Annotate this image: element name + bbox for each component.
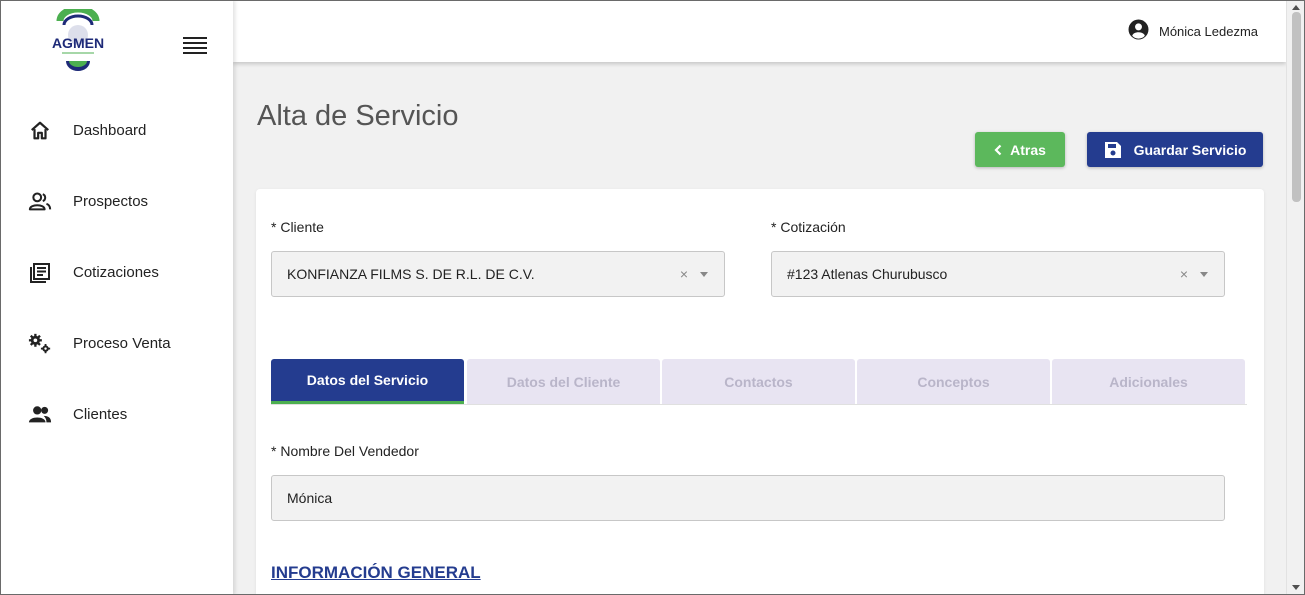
cliente-label: * Cliente xyxy=(271,219,324,235)
user-name: Mónica Ledezma xyxy=(1159,23,1258,39)
page-title: Alta de Servicio xyxy=(257,100,459,132)
vendedor-label: * Nombre Del Vendedor xyxy=(271,443,419,459)
people-outline-icon xyxy=(28,190,52,214)
cotizacion-select-value: #123 Atlenas Churubusco xyxy=(787,266,948,282)
save-button-label: Guardar Servicio xyxy=(1133,141,1247,158)
cotizacion-select[interactable]: #123 Atlenas Churubusco × xyxy=(771,251,1225,297)
tab-bar: Datos del Servicio Datos del Cliente Con… xyxy=(271,359,1247,405)
scroll-up-arrow-icon[interactable] xyxy=(1292,5,1300,10)
sidebar-item-label: Proceso Venta xyxy=(73,335,171,352)
account-circle-icon xyxy=(1128,19,1149,43)
document-list-icon xyxy=(28,261,52,285)
tab-datos-del-cliente[interactable]: Datos del Cliente xyxy=(467,359,660,404)
clear-cotizacion-icon[interactable]: × xyxy=(1180,266,1188,282)
sidebar-item-proceso-venta[interactable]: Proceso Venta xyxy=(0,308,233,379)
tab-datos-del-servicio[interactable]: Datos del Servicio xyxy=(271,359,464,404)
sidebar-item-label: Prospectos xyxy=(73,193,149,210)
sidebar-item-cotizaciones[interactable]: Cotizaciones xyxy=(0,237,233,308)
floppy-disk-icon xyxy=(1104,141,1122,159)
section-title-informacion-general: INFORMACIÓN GENERAL xyxy=(271,563,481,582)
svg-text:AGMEN: AGMEN xyxy=(52,35,104,51)
gears-icon xyxy=(28,332,52,356)
sidebar-item-dashboard[interactable]: Dashboard xyxy=(0,95,233,166)
save-service-button[interactable]: Guardar Servicio xyxy=(1087,132,1263,167)
home-icon xyxy=(28,119,52,143)
people-filled-icon xyxy=(28,403,52,427)
sidebar-item-label: Cotizaciones xyxy=(73,264,159,281)
cotizacion-label: * Cotización xyxy=(771,219,846,235)
chevron-down-icon[interactable] xyxy=(700,272,708,277)
tab-adicionales[interactable]: Adicionales xyxy=(1052,359,1245,404)
menu-toggle-icon[interactable] xyxy=(183,37,207,55)
tab-contactos[interactable]: Contactos xyxy=(662,359,855,404)
sidebar-item-prospectos[interactable]: Prospectos xyxy=(0,166,233,237)
back-button-label: Atras xyxy=(1010,141,1046,158)
chevron-down-icon[interactable] xyxy=(1200,272,1208,277)
sidebar-item-label: Dashboard xyxy=(73,122,147,139)
sidebar-item-clientes[interactable]: Clientes xyxy=(0,379,233,450)
back-button[interactable]: Atras xyxy=(975,132,1065,167)
scroll-down-arrow-icon[interactable] xyxy=(1292,585,1300,590)
chevron-left-icon xyxy=(994,144,1002,156)
scroll-thumb[interactable] xyxy=(1292,12,1301,202)
user-menu[interactable]: Mónica Ledezma xyxy=(1128,19,1258,43)
cliente-select[interactable]: KONFIANZA FILMS S. DE R.L. DE C.V. × xyxy=(271,251,725,297)
page-scrollbar[interactable] xyxy=(1286,1,1304,594)
sidebar-nav: Dashboard Prospectos Cotizaciones Proces… xyxy=(0,95,233,450)
agmen-logo[interactable]: AGMEN xyxy=(38,9,118,73)
vendedor-input[interactable]: Mónica xyxy=(271,475,1225,521)
tab-conceptos[interactable]: Conceptos xyxy=(857,359,1050,404)
topbar: Mónica Ledezma xyxy=(233,0,1286,62)
sidebar-item-label: Clientes xyxy=(73,406,128,423)
cliente-select-value: KONFIANZA FILMS S. DE R.L. DE C.V. xyxy=(287,266,535,282)
sidebar: AGMEN Dashboard Prospectos Cotizaciones xyxy=(0,0,233,595)
clear-cliente-icon[interactable]: × xyxy=(680,266,688,282)
